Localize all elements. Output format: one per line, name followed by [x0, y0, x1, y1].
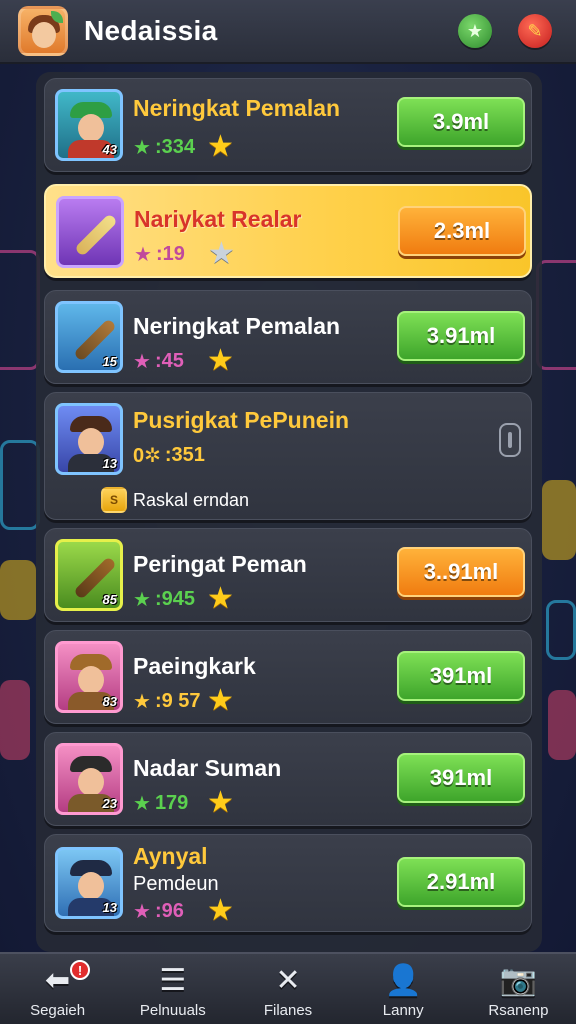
- player-card[interactable]: 85 Peringat Peman ★ :945 ★ 3..91ml: [44, 528, 532, 622]
- player-name: Neringkat Pemalan: [133, 95, 341, 121]
- player-card[interactable]: 13 Pusrigkat PePunein 0✲ :351 S Raskal e…: [44, 392, 532, 520]
- player-stat: ★ :45: [133, 349, 184, 374]
- bottom-nav: ⬅ ! Segaieh ☰ Pelnuuals ✕ Filanes 👤 Lann…: [0, 952, 576, 1024]
- player-avatar-icon[interactable]: [18, 6, 68, 56]
- crossed-swords-icon: ✕: [275, 964, 301, 997]
- stat-value: :96: [154, 900, 184, 922]
- player-name: Peringat Peman: [133, 551, 307, 577]
- level-label: 13: [102, 456, 117, 471]
- rating-star-icon: ★: [207, 582, 234, 615]
- badge-icon: S: [101, 487, 127, 513]
- level-label: 13: [102, 900, 117, 915]
- star-icon: ★: [133, 691, 151, 713]
- player-name: Neringkat Pemalan: [133, 313, 341, 339]
- edit-pencil-icon[interactable]: ✎: [518, 14, 552, 48]
- list-icon: ☰: [159, 964, 187, 997]
- player-name: Pusrigkat PePunein: [133, 407, 350, 433]
- rating-star-icon: ★: [207, 684, 234, 717]
- player-stat: ★ :945: [133, 587, 195, 612]
- nav-label: Rsanenp: [488, 1002, 549, 1019]
- nav-label: Pelnuuals: [139, 1002, 206, 1019]
- player-avatar: 13: [55, 847, 123, 919]
- player-avatar: 43: [55, 89, 123, 161]
- player-name: Nadar Suman: [133, 755, 282, 781]
- rating-star-icon: ★: [207, 344, 234, 377]
- person-icon: 👤: [384, 964, 422, 997]
- page-title: Nedaissia: [84, 15, 218, 46]
- price-button[interactable]: 2.3ml: [398, 206, 526, 256]
- notification-badge: !: [70, 960, 90, 980]
- item-avatar: [56, 196, 124, 268]
- scroll-toggle[interactable]: [499, 423, 521, 457]
- stat-value: 179: [154, 792, 189, 814]
- star-icon: ★: [133, 901, 151, 923]
- player-stat: ★ :334: [133, 135, 195, 160]
- rating-star-icon: ★: [207, 130, 234, 163]
- nav-item-pelnuuals[interactable]: ☰ Pelnuuals: [115, 954, 230, 1024]
- player-card[interactable]: 23 Nadar Suman ★ 179 ★ 391ml: [44, 732, 532, 826]
- player-card[interactable]: 15 Neringkat Pemalan ★ :45 ★ 3.91ml: [44, 290, 532, 384]
- player-name: Paeingkark: [133, 653, 256, 679]
- level-label: 83: [102, 694, 117, 709]
- top-bar: Nedaissia ★ ✎: [0, 0, 576, 64]
- player-avatar: 13: [55, 403, 123, 475]
- price-button[interactable]: 391ml: [397, 753, 525, 803]
- nav-item-rsanenp[interactable]: 📷 Rsanenp: [461, 954, 576, 1024]
- player-name: Aynyal: [133, 843, 208, 869]
- stat-value: :19: [155, 243, 185, 265]
- item-avatar: 85: [55, 539, 123, 611]
- player-subname: Pemdeun: [133, 873, 219, 895]
- price-button[interactable]: 3.91ml: [397, 311, 525, 361]
- nav-label: Lanny: [382, 1002, 424, 1019]
- player-stat: ★ :96: [133, 899, 184, 924]
- stat-value: :9 57: [154, 690, 201, 712]
- rating-star-icon: ★: [207, 786, 234, 819]
- nav-item-segaieh[interactable]: ⬅ ! Segaieh: [0, 954, 115, 1024]
- player-stat: 0✲ :351: [133, 443, 205, 468]
- coin-stat-icon: 0✲: [133, 445, 161, 467]
- player-card-selected[interactable]: Nariykat Realar ★ :19 ★ 2.3ml: [44, 184, 532, 278]
- player-tag: S Raskal erndan: [101, 487, 249, 513]
- nav-item-filanes[interactable]: ✕ Filanes: [230, 954, 345, 1024]
- level-label: 23: [102, 796, 117, 811]
- price-button[interactable]: 3.9ml: [397, 97, 525, 147]
- stat-value: :334: [154, 136, 195, 158]
- price-button[interactable]: 3..91ml: [397, 547, 525, 597]
- player-card[interactable]: 83 Paeingkark ★ :9 57 ★ 391ml: [44, 630, 532, 724]
- rating-star-icon: ★: [207, 894, 234, 927]
- back-arrow-icon: ⬅: [45, 964, 71, 997]
- camera-icon: 📷: [499, 964, 538, 997]
- stat-value: :45: [154, 350, 184, 372]
- level-label: 43: [102, 142, 117, 157]
- star-icon: ★: [133, 589, 151, 611]
- level-label: 85: [102, 592, 117, 607]
- player-avatar: 83: [55, 641, 123, 713]
- nav-label: Filanes: [263, 1002, 313, 1019]
- price-button[interactable]: 391ml: [397, 651, 525, 701]
- rating-star-icon: ★: [208, 237, 235, 270]
- player-card[interactable]: 43 Neringkat Pemalan ★ :334 ★ 3.9ml: [44, 78, 532, 172]
- player-stat: ★ :19: [134, 242, 185, 267]
- star-icon: ★: [133, 793, 151, 815]
- tag-label: Raskal erndan: [133, 489, 250, 510]
- star-icon[interactable]: ★: [458, 14, 492, 48]
- nav-item-lanny[interactable]: 👤 Lanny: [346, 954, 461, 1024]
- nav-label: Segaieh: [30, 1002, 86, 1019]
- star-icon: ★: [133, 137, 151, 159]
- player-avatar: 23: [55, 743, 123, 815]
- player-name: Nariykat Realar: [134, 206, 302, 232]
- stat-value: :351: [164, 444, 205, 466]
- item-avatar: 15: [55, 301, 123, 373]
- player-card[interactable]: 13 Aynyal Pemdeun ★ :96 ★ 2.91ml: [44, 834, 532, 932]
- player-stat: ★ 179: [133, 791, 188, 816]
- stat-value: :945: [154, 588, 195, 610]
- star-icon: ★: [133, 351, 151, 373]
- level-label: 15: [102, 354, 117, 369]
- star-icon: ★: [134, 244, 152, 266]
- player-stat: ★ :9 57: [133, 689, 201, 714]
- price-button[interactable]: 2.91ml: [397, 857, 525, 907]
